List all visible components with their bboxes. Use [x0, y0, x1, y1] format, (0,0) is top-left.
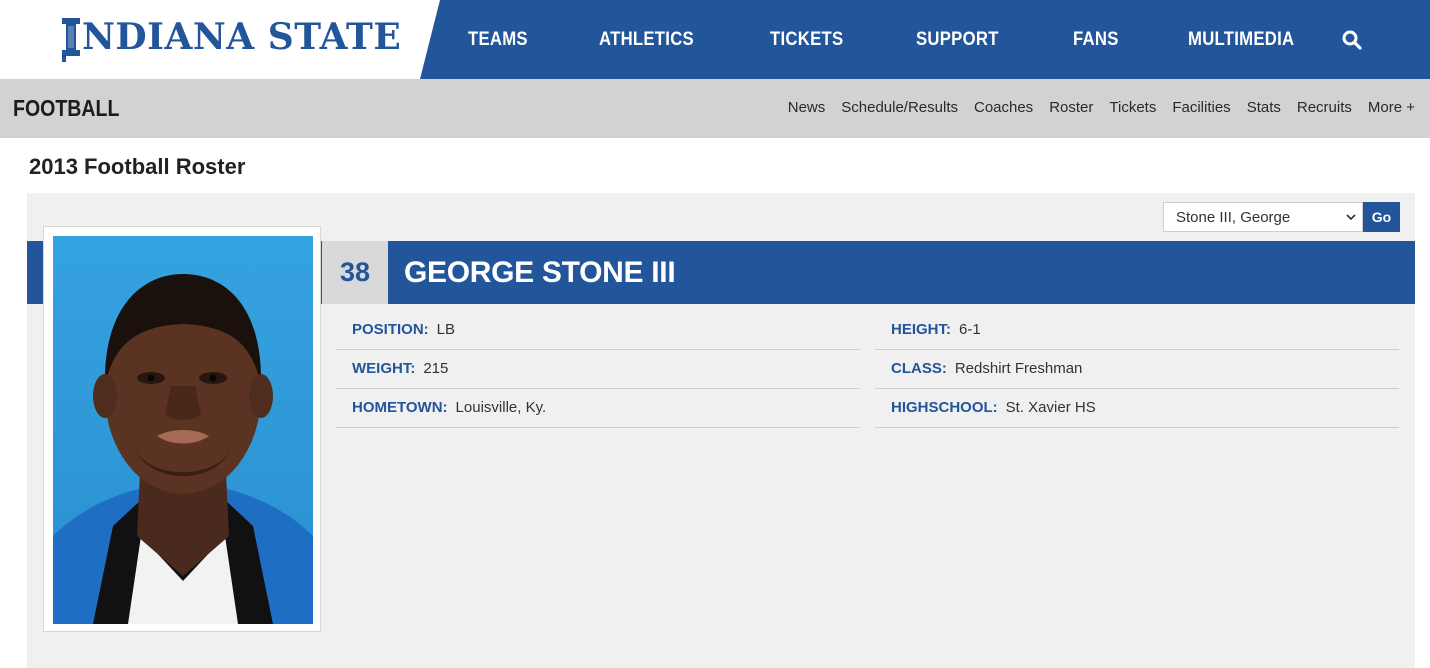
player-photo-frame [43, 226, 321, 632]
subnav-schedule-results[interactable]: Schedule/Results [841, 99, 958, 116]
stat-height: HEIGHT: 6-1 [875, 311, 1399, 350]
chevron-down-icon [1346, 214, 1356, 221]
stat-class: CLASS: Redshirt Freshman [875, 350, 1399, 389]
subnav-more[interactable]: More + [1368, 99, 1415, 116]
stat-value: St. Xavier HS [1005, 399, 1096, 416]
stat-highschool: HIGHSCHOOL: St. Xavier HS [875, 389, 1399, 428]
nav-tickets[interactable]: TICKETS [770, 29, 843, 51]
site-logo[interactable]: NDIANA STATE [60, 12, 401, 62]
nav-athletics[interactable]: ATHLETICS [599, 29, 694, 51]
subnav-coaches[interactable]: Coaches [974, 99, 1033, 116]
stat-value: Louisville, Ky. [455, 399, 547, 416]
stat-label: WEIGHT: [352, 360, 416, 377]
sport-title[interactable]: FOOTBALL [13, 95, 119, 122]
main-nav: TEAMS ATHLETICS TICKETS SUPPORT FANS MUL… [468, 0, 1372, 79]
subnav-recruits[interactable]: Recruits [1297, 99, 1352, 116]
stat-label: CLASS: [891, 360, 947, 377]
player-headshot-image [53, 236, 313, 624]
page-title: 2013 Football Roster [29, 154, 246, 179]
nav-teams[interactable]: TEAMS [468, 29, 528, 51]
subnav-tickets[interactable]: Tickets [1109, 99, 1156, 116]
subnav-roster[interactable]: Roster [1049, 99, 1093, 116]
nav-multimedia[interactable]: MULTIMEDIA [1188, 29, 1294, 51]
stat-label: POSITION: [352, 321, 429, 338]
nav-support[interactable]: SUPPORT [916, 29, 999, 51]
sport-subnav: News Schedule/Results Coaches Roster Tic… [772, 99, 1415, 116]
jersey-number: 38 [322, 241, 388, 304]
player-name: GEORGE STONE III [404, 256, 676, 289]
subnav-stats[interactable]: Stats [1247, 99, 1281, 116]
player-photo [53, 236, 313, 624]
stat-position: POSITION: LB [336, 311, 860, 350]
logo-text: NDIANA STATE [82, 16, 402, 58]
player-select-value: Stone III, George [1176, 209, 1291, 226]
site-header: NDIANA STATE TEAMS ATHLETICS TICKETS SUP… [0, 0, 1430, 79]
stat-weight: WEIGHT: 215 [336, 350, 860, 389]
player-select[interactable]: Stone III, George [1163, 202, 1363, 232]
stat-value: LB [436, 321, 456, 338]
search-icon [1342, 30, 1362, 50]
go-button[interactable]: Go [1363, 202, 1400, 232]
stat-value: Redshirt Freshman [954, 360, 1083, 377]
logo-i-mark-icon [62, 18, 80, 62]
stat-label: HIGHSCHOOL: [891, 399, 998, 416]
sport-subnav-bar: FOOTBALL News Schedule/Results Coaches R… [0, 79, 1430, 138]
logo-area: NDIANA STATE [0, 0, 440, 79]
stat-label: HEIGHT: [891, 321, 951, 338]
stat-value: 215 [423, 360, 449, 377]
stat-hometown: HOMETOWN: Louisville, Ky. [336, 389, 860, 428]
nav-fans[interactable]: FANS [1073, 29, 1119, 51]
search-button[interactable] [1340, 28, 1364, 52]
stat-label: HOMETOWN: [352, 399, 448, 416]
subnav-facilities[interactable]: Facilities [1172, 99, 1230, 116]
subnav-news[interactable]: News [788, 99, 826, 116]
stat-value: 6-1 [959, 321, 981, 338]
